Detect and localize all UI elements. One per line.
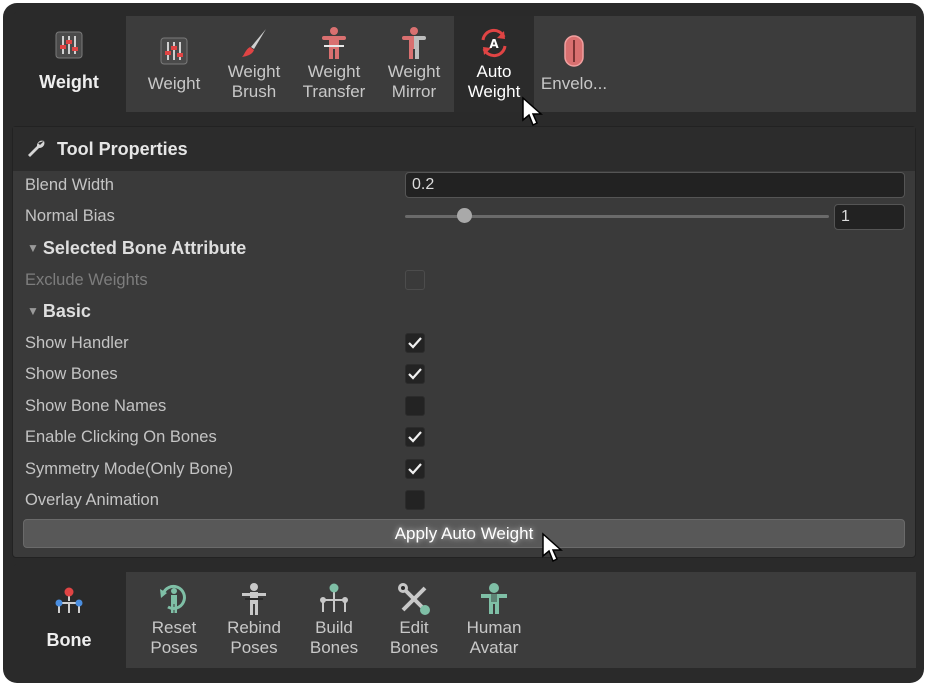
collapse-triangle-icon: ▼ — [27, 304, 39, 318]
symmetry-mode-checkbox[interactable] — [405, 459, 425, 479]
show-bones-label: Show Bones — [25, 365, 118, 383]
show-handler-checkbox[interactable] — [405, 333, 425, 353]
exclude-weights-checkbox[interactable] — [405, 270, 425, 290]
wrench-icon — [25, 138, 47, 160]
tool-weight-brush-label: Weight Brush — [227, 62, 281, 101]
tool-edit-bones[interactable]: Edit Bones — [374, 572, 454, 668]
blend-width-field[interactable]: 0.2 — [405, 172, 905, 198]
tool-reset-poses-label: Reset Poses — [150, 618, 198, 657]
selected-bone-attribute-header[interactable]: ▼ Selected Bone Attribute — [27, 235, 246, 261]
overlay-animation-label: Overlay Animation — [25, 491, 159, 509]
tool-human-avatar[interactable]: Human Avatar — [454, 572, 534, 668]
brush-icon — [239, 26, 269, 60]
tool-build-bones-label: Build Bones — [309, 618, 359, 657]
tool-build-bones[interactable]: Build Bones — [294, 572, 374, 668]
svg-text:A: A — [489, 37, 499, 51]
bone-tool-strip: Reset Poses Rebind Poses Build Bones Edi… — [126, 572, 916, 668]
collapse-triangle-icon: ▼ — [27, 241, 39, 255]
mouse-cursor-icon — [542, 532, 563, 563]
checkmark-icon — [408, 337, 422, 349]
overlay-animation-checkbox[interactable] — [405, 490, 425, 510]
tool-weight-mirror[interactable]: Weight Mirror — [374, 16, 454, 112]
show-bone-names-label: Show Bone Names — [25, 397, 167, 415]
human-avatar-icon — [477, 582, 511, 616]
tool-properties-title: Tool Properties — [57, 138, 188, 159]
show-bone-names-checkbox[interactable] — [405, 396, 425, 416]
sliders-icon — [160, 34, 188, 68]
weight-category-label: Weight — [39, 72, 99, 92]
tool-rebind-poses[interactable]: Rebind Poses — [214, 572, 294, 668]
normal-bias-label: Normal Bias — [25, 207, 115, 225]
weight-tool-panel: Weight Weight Weight Brush Weight Transf… — [12, 12, 916, 118]
tool-weight-mirror-label: Weight Mirror — [387, 62, 441, 101]
tool-weight-brush[interactable]: Weight Brush — [214, 16, 294, 112]
basic-section-header[interactable]: ▼ Basic — [27, 298, 91, 324]
blend-width-label: Blend Width — [25, 176, 114, 194]
enable-clicking-on-bones-label: Enable Clicking On Bones — [25, 428, 217, 446]
bone-tool-panel: Bone Reset Poses Rebind Poses Build Bone… — [12, 564, 916, 674]
tool-edit-bones-label: Edit Bones — [389, 618, 439, 657]
bone-hierarchy-icon — [53, 587, 85, 622]
checkmark-icon — [408, 431, 422, 443]
bone-category-label: Bone — [46, 630, 92, 650]
show-bones-checkbox[interactable] — [405, 364, 425, 384]
checkmark-icon — [408, 463, 422, 475]
symmetry-mode-label: Symmetry Mode(Only Bone) — [25, 460, 234, 478]
selected-bone-attribute-label: Selected Bone Attribute — [42, 238, 247, 258]
weight-category: Weight — [12, 12, 126, 112]
tool-envelope[interactable]: Envelo... — [534, 16, 614, 112]
sliders-icon — [55, 31, 83, 64]
mouse-cursor-icon — [522, 96, 543, 127]
tool-human-avatar-label: Human Avatar — [466, 618, 522, 657]
exclude-weights-label: Exclude Weights — [25, 271, 148, 289]
tool-rebind-poses-label: Rebind Poses — [227, 618, 281, 657]
reset-poses-icon — [158, 582, 190, 616]
checkmark-icon — [408, 368, 422, 380]
build-bones-icon — [318, 582, 350, 616]
tool-weight-transfer[interactable]: Weight Transfer — [294, 16, 374, 112]
tool-properties-panel: Tool Properties Blend Width 0.2 Normal B… — [12, 126, 916, 558]
enable-clicking-on-bones-checkbox[interactable] — [405, 427, 425, 447]
tool-reset-poses[interactable]: Reset Poses — [134, 572, 214, 668]
apply-auto-weight-button[interactable]: Apply Auto Weight — [23, 519, 905, 548]
weight-transfer-icon — [318, 26, 350, 60]
basic-section-label: Basic — [42, 301, 91, 321]
show-handler-label: Show Handler — [25, 334, 129, 352]
weight-mirror-icon — [398, 26, 430, 60]
edit-bones-icon — [397, 582, 431, 616]
bone-category: Bone — [12, 564, 126, 674]
envelope-icon — [562, 34, 586, 68]
tool-weight-label: Weight — [147, 74, 201, 93]
tool-weight[interactable]: Weight — [134, 16, 214, 112]
normal-bias-field[interactable]: 1 — [834, 204, 905, 230]
tool-envelope-label: Envelo... — [540, 74, 608, 93]
tool-properties-header: Tool Properties — [13, 127, 915, 171]
auto-weight-icon: A — [477, 26, 511, 60]
tool-auto-weight-label: Auto Weight — [467, 62, 521, 101]
normal-bias-slider-thumb[interactable] — [457, 208, 472, 223]
rebind-poses-icon — [238, 582, 270, 616]
tool-weight-transfer-label: Weight Transfer — [302, 62, 366, 101]
